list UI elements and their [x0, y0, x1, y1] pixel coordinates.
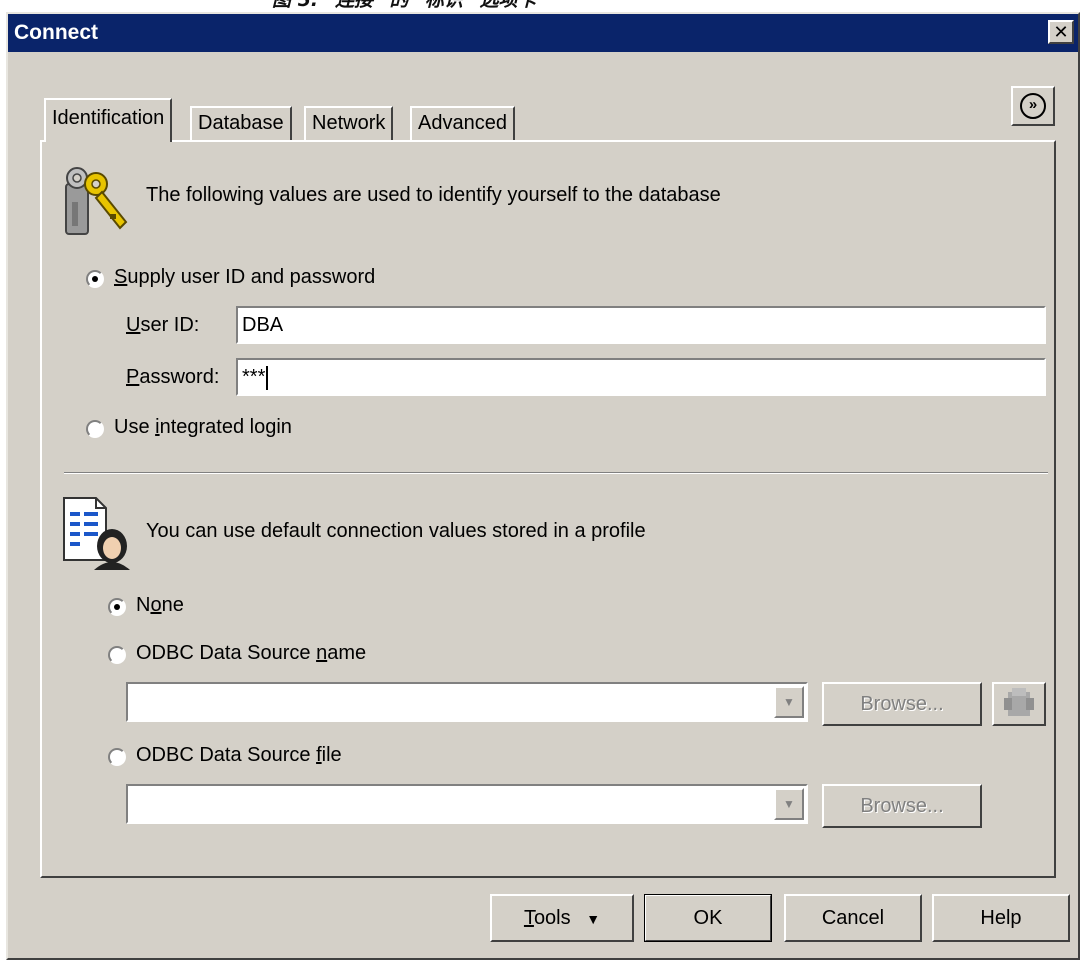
- help-button[interactable]: Help: [932, 894, 1070, 942]
- profile-none-label[interactable]: None: [136, 594, 184, 617]
- integrated-login-label[interactable]: Use integrated login: [114, 416, 292, 439]
- window-title: Connect: [14, 21, 98, 44]
- expand-options-button[interactable]: »: [1011, 86, 1055, 126]
- odbc-dsn-browse-button[interactable]: Browse...: [822, 682, 982, 726]
- odbc-file-label[interactable]: ODBC Data Source file: [136, 744, 342, 767]
- odbc-file-browse-button[interactable]: Browse...: [822, 784, 982, 828]
- password-input[interactable]: ***: [236, 358, 1046, 396]
- double-chevron-right-icon: »: [1020, 92, 1046, 119]
- user-id-label: User ID:: [126, 314, 200, 336]
- keys-icon: [65, 167, 128, 235]
- odbc-file-radio[interactable]: [108, 748, 126, 766]
- profile-heading: You can use default connection values st…: [146, 520, 646, 542]
- odbc-dsn-radio[interactable]: [108, 646, 126, 664]
- tools-button[interactable]: Tools ▼: [490, 894, 634, 942]
- odbc-admin-icon: [1004, 688, 1034, 716]
- odbc-admin-button[interactable]: [992, 682, 1046, 726]
- close-icon: ✕: [1053, 22, 1069, 42]
- tab-database[interactable]: Database: [190, 106, 292, 140]
- text-caret: [266, 365, 269, 390]
- cancel-button[interactable]: Cancel: [784, 894, 922, 942]
- password-value: ***: [242, 366, 266, 388]
- dropdown-arrow-icon: ▼: [586, 911, 601, 927]
- title-bar[interactable]: Connect ✕: [8, 14, 1078, 52]
- chevron-down-icon[interactable]: ▼: [774, 686, 804, 718]
- user-id-input[interactable]: DBA: [236, 306, 1046, 344]
- chevron-down-icon[interactable]: ▼: [774, 788, 804, 820]
- odbc-dsn-label[interactable]: ODBC Data Source name: [136, 642, 366, 665]
- identification-panel: The following values are used to identif…: [40, 140, 1056, 878]
- supply-credentials-radio[interactable]: [86, 270, 104, 288]
- figure-caption: 图 5: "连接" 的 "标识" 选项卡: [272, 0, 537, 11]
- integrated-login-radio[interactable]: [86, 420, 104, 438]
- odbc-dsn-combobox[interactable]: ▼: [126, 682, 808, 722]
- profile-person-icon: [63, 497, 130, 570]
- profile-none-radio[interactable]: [108, 598, 126, 616]
- close-button[interactable]: ✕: [1048, 20, 1074, 44]
- supply-credentials-label[interactable]: Supply user ID and password: [114, 266, 375, 289]
- password-label: Password:: [126, 366, 220, 388]
- tab-identification[interactable]: Identification: [44, 98, 173, 142]
- section-divider: [64, 472, 1048, 474]
- identity-heading: The following values are used to identif…: [146, 184, 721, 206]
- connect-dialog: Connect ✕ » Identification Database Netw…: [6, 12, 1080, 960]
- ok-button[interactable]: OK: [644, 894, 772, 942]
- tab-advanced[interactable]: Advanced: [410, 106, 515, 140]
- odbc-file-combobox[interactable]: ▼: [126, 784, 808, 824]
- tab-network[interactable]: Network: [304, 106, 394, 140]
